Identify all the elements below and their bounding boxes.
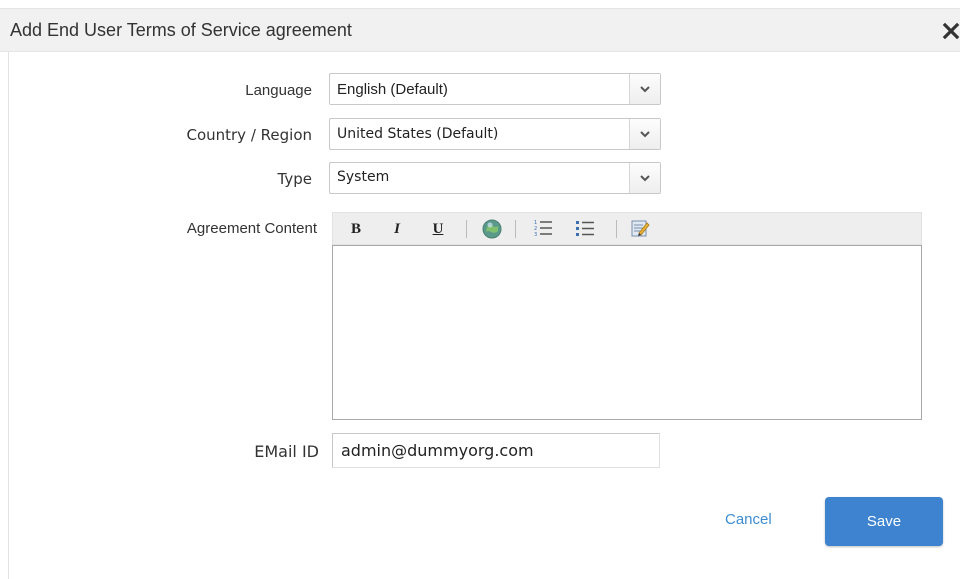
chevron-down-icon <box>640 175 650 182</box>
agreement-content-label: Agreement Content <box>186 220 317 237</box>
language-dropdown-button[interactable] <box>629 74 660 104</box>
country-region-select-value: United States (Default) <box>337 126 499 142</box>
country-region-select[interactable]: United States (Default) <box>329 118 661 150</box>
country-region-label: Country / Region <box>186 126 312 144</box>
type-dropdown-button[interactable] <box>629 163 660 193</box>
italic-icon[interactable]: I <box>386 218 408 240</box>
dialog-titlebar: Add End User Terms of Service agreement <box>0 8 960 52</box>
dialog-left-border <box>8 52 9 579</box>
agreement-content-editor[interactable] <box>332 245 922 420</box>
underline-icon[interactable]: U <box>427 218 449 240</box>
cancel-link[interactable]: Cancel <box>725 511 772 528</box>
chevron-down-icon <box>640 86 650 93</box>
bold-icon[interactable]: B <box>345 218 367 240</box>
save-button[interactable]: Save <box>825 497 943 546</box>
type-select[interactable]: System <box>329 162 661 194</box>
toolbar-separator <box>616 220 617 238</box>
language-label: Language <box>245 82 312 99</box>
edit-source-icon[interactable] <box>629 218 651 240</box>
toolbar-separator <box>515 220 516 238</box>
language-select-value: English (Default) <box>337 81 448 98</box>
toolbar-separator <box>466 220 467 238</box>
email-id-label: EMail ID <box>254 442 319 461</box>
chevron-down-icon <box>640 131 650 138</box>
type-select-value: System <box>337 169 390 185</box>
svg-text:3: 3 <box>534 232 537 238</box>
close-icon[interactable] <box>942 21 960 41</box>
bulleted-list-icon[interactable] <box>574 218 596 240</box>
insert-link-globe-icon[interactable] <box>481 218 503 240</box>
email-id-input[interactable] <box>332 433 660 468</box>
type-label: Type <box>277 170 312 188</box>
dialog-title: Add End User Terms of Service agreement <box>10 20 352 40</box>
numbered-list-icon[interactable]: 1 2 3 <box>532 218 554 240</box>
country-region-dropdown-button[interactable] <box>629 119 660 149</box>
language-select[interactable]: English (Default) <box>329 73 661 105</box>
rich-text-toolbar: B I U 1 2 3 <box>332 212 922 245</box>
add-terms-dialog: Add End User Terms of Service agreement … <box>0 0 960 579</box>
